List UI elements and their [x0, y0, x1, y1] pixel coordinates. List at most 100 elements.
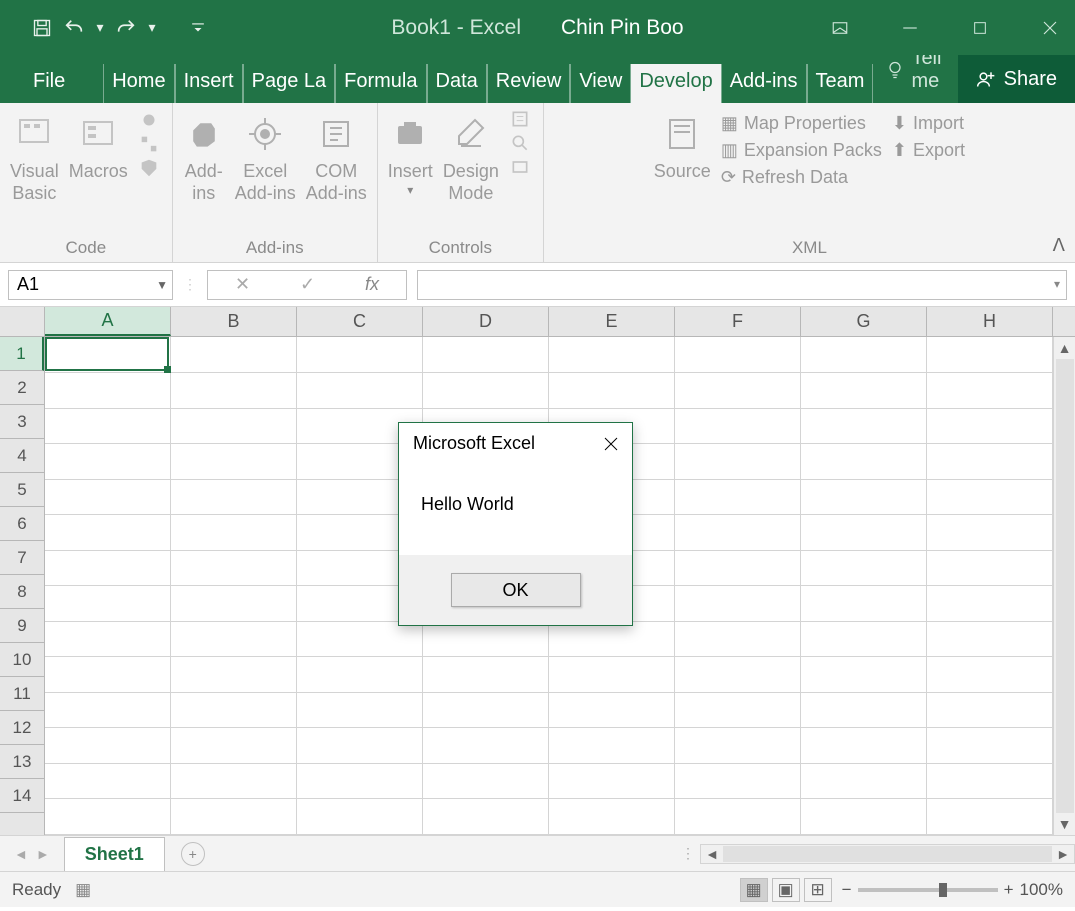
name-box[interactable]: A1 ▼ — [8, 270, 173, 300]
use-relative-references-icon[interactable] — [138, 133, 162, 155]
import-button[interactable]: ⬇Import — [892, 113, 965, 134]
column-header-G[interactable]: G — [801, 307, 927, 336]
tab-view[interactable]: View — [570, 64, 631, 103]
export-button[interactable]: ⬆Export — [892, 140, 965, 161]
share-button[interactable]: Share — [958, 55, 1075, 103]
maximize-icon[interactable] — [965, 13, 995, 43]
row-header-13[interactable]: 13 — [0, 745, 44, 779]
undo-icon[interactable] — [62, 16, 86, 40]
ribbon-display-options-icon[interactable] — [825, 13, 855, 43]
select-all-corner[interactable] — [0, 307, 45, 336]
xml-source-button[interactable]: Source — [654, 109, 711, 183]
zoom-out-button[interactable]: − — [842, 880, 852, 900]
scroll-right-icon[interactable]: ► — [1052, 846, 1074, 862]
page-break-view-icon[interactable]: ⊞ — [804, 878, 832, 902]
redo-icon[interactable] — [114, 16, 138, 40]
row-header-8[interactable]: 8 — [0, 575, 44, 609]
row-header-6[interactable]: 6 — [0, 507, 44, 541]
column-header-C[interactable]: C — [297, 307, 423, 336]
cancel-formula-icon[interactable]: ✕ — [235, 274, 250, 295]
scroll-thumb[interactable] — [723, 846, 1052, 862]
refresh-data-button[interactable]: ⟳Refresh Data — [721, 167, 882, 188]
fx-icon[interactable]: fx — [365, 274, 379, 295]
formula-input[interactable]: ▾ — [417, 270, 1067, 300]
run-dialog-icon[interactable] — [509, 157, 533, 179]
excel-addins-button[interactable]: Excel Add-ins — [235, 109, 296, 204]
row-header-11[interactable]: 11 — [0, 677, 44, 711]
column-header-A[interactable]: A — [45, 307, 171, 336]
visual-basic-button[interactable]: Visual Basic — [10, 109, 59, 204]
insert-controls-button[interactable]: Insert ▾ — [388, 109, 433, 197]
chevron-down-icon[interactable]: ▼ — [156, 278, 168, 292]
scroll-up-icon[interactable]: ▲ — [1058, 337, 1072, 359]
properties-icon[interactable] — [509, 109, 533, 131]
column-header-H[interactable]: H — [927, 307, 1053, 336]
customize-qat-icon[interactable] — [186, 16, 210, 40]
tab-file[interactable]: File — [25, 64, 73, 103]
row-header-14[interactable]: 14 — [0, 779, 44, 813]
com-addins-button[interactable]: COM Add-ins — [306, 109, 367, 204]
chevron-down-icon: ▾ — [407, 183, 413, 197]
tab-page-layout[interactable]: Page La — [243, 64, 336, 103]
insert-controls-icon — [389, 113, 431, 155]
record-macro-icon[interactable] — [138, 109, 162, 131]
map-properties-button[interactable]: ▦Map Properties — [721, 113, 882, 134]
row-header-10[interactable]: 10 — [0, 643, 44, 677]
row-header-3[interactable]: 3 — [0, 405, 44, 439]
row-header-5[interactable]: 5 — [0, 473, 44, 507]
vertical-scrollbar[interactable]: ▲ ▼ — [1053, 337, 1075, 835]
zoom-in-button[interactable]: + — [1004, 880, 1014, 900]
ok-button[interactable]: OK — [451, 573, 581, 607]
tab-team[interactable]: Team — [807, 64, 874, 103]
tab-home[interactable]: Home — [103, 64, 174, 103]
design-mode-button[interactable]: Design Mode — [443, 109, 499, 204]
new-sheet-button[interactable]: + — [181, 842, 205, 866]
close-icon[interactable] — [604, 437, 618, 451]
horizontal-scrollbar[interactable]: ◄ ► — [700, 844, 1075, 864]
tab-formulas[interactable]: Formula — [335, 64, 426, 103]
column-header-B[interactable]: B — [171, 307, 297, 336]
prev-sheet-icon[interactable]: ◄ — [14, 846, 28, 862]
column-header-D[interactable]: D — [423, 307, 549, 336]
close-icon[interactable] — [1035, 13, 1065, 43]
sheet-tab-sheet1[interactable]: Sheet1 — [64, 837, 165, 871]
expansion-packs-button[interactable]: ▥Expansion Packs — [721, 140, 882, 161]
row-header-1[interactable]: 1 — [0, 337, 44, 371]
drag-handle-icon[interactable]: ⋮ — [183, 276, 197, 293]
save-icon[interactable] — [30, 16, 54, 40]
ribbon-tabs: File Home Insert Page La Formula Data Re… — [0, 55, 1075, 103]
tab-addins[interactable]: Add-ins — [721, 64, 807, 103]
tab-developer[interactable]: Develop — [631, 64, 720, 103]
tab-data[interactable]: Data — [427, 64, 487, 103]
scroll-down-icon[interactable]: ▼ — [1058, 813, 1072, 835]
row-header-7[interactable]: 7 — [0, 541, 44, 575]
tab-review[interactable]: Review — [487, 64, 571, 103]
normal-view-icon[interactable]: ▦ — [740, 878, 768, 902]
page-layout-view-icon[interactable]: ▣ — [772, 878, 800, 902]
column-header-F[interactable]: F — [675, 307, 801, 336]
macro-recorder-icon[interactable]: ▦ — [75, 880, 91, 900]
row-header-2[interactable]: 2 — [0, 371, 44, 405]
next-sheet-icon[interactable]: ► — [36, 846, 50, 862]
column-header-E[interactable]: E — [549, 307, 675, 336]
chevron-down-icon[interactable]: ▾ — [146, 16, 158, 40]
chevron-down-icon[interactable]: ▾ — [94, 16, 106, 40]
addins-button[interactable]: Add- ins — [183, 109, 225, 204]
sheet-tab-splitter[interactable]: ⋮ — [675, 845, 700, 862]
macro-security-icon[interactable] — [138, 157, 162, 179]
row-header-9[interactable]: 9 — [0, 609, 44, 643]
scroll-left-icon[interactable]: ◄ — [701, 846, 723, 862]
enter-formula-icon[interactable]: ✓ — [300, 274, 315, 295]
minimize-icon[interactable] — [895, 13, 925, 43]
zoom-slider[interactable] — [858, 888, 998, 892]
scroll-thumb[interactable] — [1056, 359, 1074, 813]
row-header-12[interactable]: 12 — [0, 711, 44, 745]
collapse-ribbon-icon[interactable]: ᐱ — [1053, 235, 1065, 256]
tab-insert[interactable]: Insert — [175, 64, 243, 103]
macros-button[interactable]: Macros — [69, 109, 128, 183]
view-code-icon[interactable] — [509, 133, 533, 155]
expand-formula-bar-icon[interactable]: ▾ — [1054, 277, 1060, 291]
zoom-level[interactable]: 100% — [1020, 880, 1063, 900]
tell-me-search[interactable]: Tell me — [885, 47, 957, 103]
row-header-4[interactable]: 4 — [0, 439, 44, 473]
